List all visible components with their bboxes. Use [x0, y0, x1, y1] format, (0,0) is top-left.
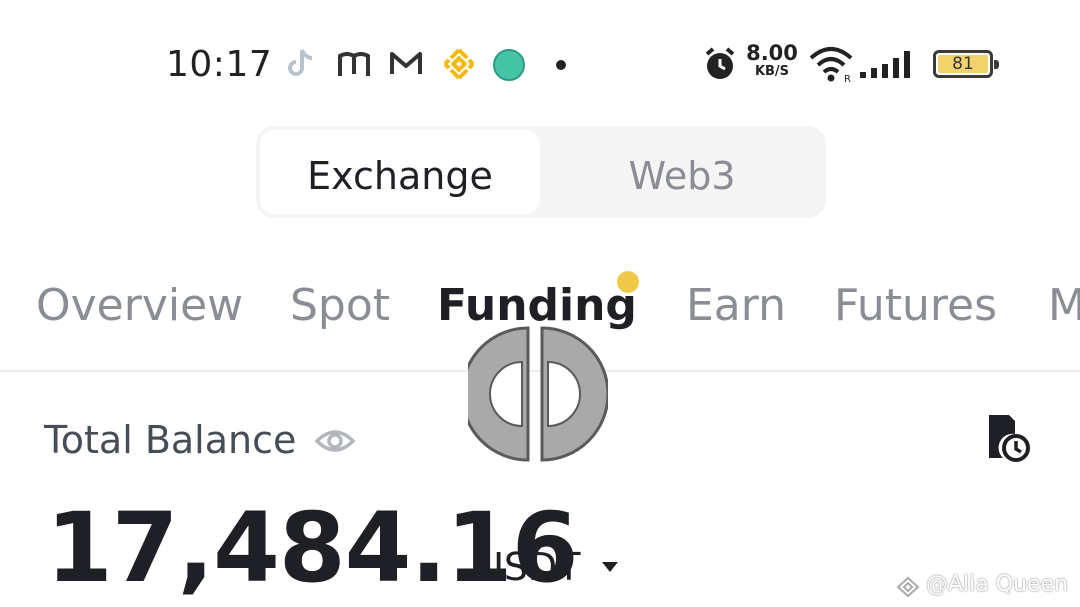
dot-icon [556, 60, 566, 70]
total-balance-label: Total Balance [44, 418, 297, 462]
net-speed: 8.00 KB/S [745, 41, 799, 79]
history-icon[interactable] [985, 412, 1033, 464]
tab-spot[interactable]: Spot [290, 280, 390, 331]
tiktok-icon [288, 49, 313, 76]
segment-exchange[interactable]: Exchange [260, 154, 540, 198]
eye-icon[interactable] [314, 421, 356, 461]
balance-unit-selector[interactable]: USDT [476, 545, 580, 589]
watermark-text: @Alia Queen [926, 572, 1069, 597]
tab-earn[interactable]: Earn [686, 280, 786, 331]
net-speed-value: 8.00 [746, 41, 798, 65]
wifi-icon: R [809, 47, 853, 84]
svg-text:R: R [844, 74, 851, 84]
segment-web3[interactable]: Web3 [542, 154, 822, 198]
clock: 10:17 [166, 44, 273, 85]
tab-futures[interactable]: Futures [834, 280, 997, 331]
app-icon [338, 52, 370, 76]
binance-icon [443, 48, 475, 80]
battery-nub [994, 60, 999, 69]
notification-dot [617, 271, 639, 293]
signal-icon [860, 51, 910, 78]
status-bar: 10:17 8.00 KB/S R 81 [0, 38, 1080, 94]
gmail-icon [390, 52, 422, 74]
net-speed-unit: KB/S [754, 64, 790, 79]
tab-more[interactable]: M [1048, 280, 1080, 331]
battery-level: 81 [952, 54, 974, 74]
exchange-web3-switcher: Exchange Web3 [256, 126, 826, 218]
battery-icon: 81 [933, 50, 999, 78]
watermark-icon [896, 576, 920, 598]
overlay-logo-icon [468, 326, 608, 462]
tab-overview[interactable]: Overview [36, 280, 243, 331]
chevron-down-icon[interactable] [600, 560, 620, 574]
alarm-icon [705, 47, 735, 79]
green-app-icon [493, 49, 525, 81]
